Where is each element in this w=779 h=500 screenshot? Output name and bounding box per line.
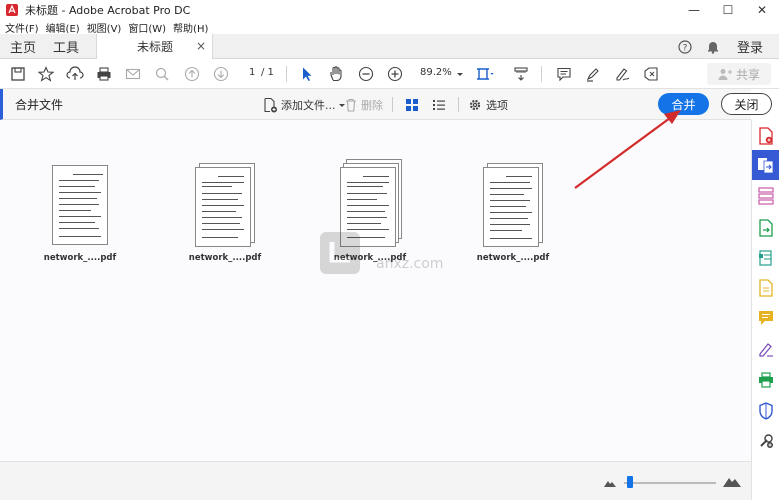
export-pdf-icon[interactable]	[756, 218, 776, 238]
comment-tool-icon[interactable]	[756, 308, 776, 328]
more-tools-icon[interactable]	[756, 431, 776, 451]
thumbnail-zoom-bar	[0, 461, 751, 500]
right-tools-panel	[751, 120, 779, 500]
edit-pdf-icon[interactable]	[756, 248, 776, 268]
protect-shield-icon[interactable]	[756, 401, 776, 421]
enhance-scan-icon[interactable]	[756, 278, 776, 298]
print-production-icon[interactable]	[756, 370, 776, 390]
small-mountain-icon[interactable]	[600, 472, 620, 492]
fill-and-sign-icon[interactable]	[756, 339, 776, 359]
organize-pages-icon[interactable]	[756, 186, 776, 206]
thumbnail-size-slider[interactable]	[624, 482, 716, 484]
create-pdf-icon[interactable]	[756, 126, 776, 146]
annotation-arrow	[574, 110, 681, 189]
large-mountain-icon[interactable]	[722, 470, 742, 490]
combine-files-icon[interactable]	[756, 155, 776, 175]
slider-handle[interactable]	[627, 476, 633, 488]
